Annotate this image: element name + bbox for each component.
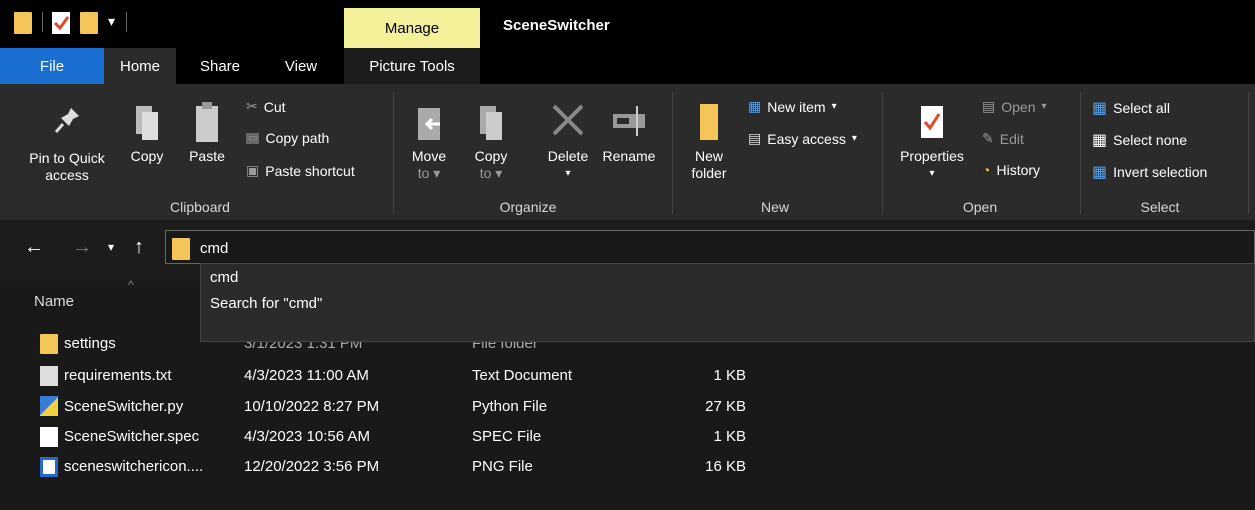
text-document-icon [40, 366, 58, 386]
file-size: 1 KB [713, 428, 746, 445]
divider [672, 92, 673, 214]
file-date: 4/3/2023 10:56 AM [244, 428, 370, 445]
recent-locations-chevron-icon[interactable]: ▾ [108, 240, 114, 254]
select-all-icon: ▦ [1092, 100, 1108, 117]
address-bar[interactable] [165, 230, 1255, 264]
window-title: SceneSwitcher [503, 17, 610, 34]
copy-to-icon [480, 106, 502, 140]
status-bar [0, 490, 1255, 510]
column-header-name[interactable]: Name [34, 293, 74, 310]
file-type: Python File [472, 398, 548, 415]
tab-file[interactable]: File [0, 48, 104, 84]
new-item-icon: ▦ [748, 98, 762, 114]
move-to-icon [418, 108, 440, 140]
file-name: requirements.txt [64, 367, 172, 384]
paste-icon [196, 102, 218, 142]
file-date: 12/20/2022 3:56 PM [244, 458, 380, 475]
image-file-icon [40, 457, 58, 477]
tab-share[interactable]: Share [184, 48, 256, 84]
paste-button[interactable]: Paste [184, 100, 230, 165]
easy-access-icon: ▤ [748, 130, 762, 146]
divider [1248, 92, 1249, 214]
cut-button[interactable]: ✂ Cut [246, 98, 286, 115]
pin-to-quick-access-button[interactable]: Pin to Quick access [14, 104, 120, 184]
select-none-icon: ▦ [1092, 132, 1108, 149]
paste-shortcut-icon: ▣ [246, 162, 260, 178]
group-label-open: Open [962, 199, 998, 215]
python-file-icon [40, 396, 58, 416]
divider [1080, 92, 1081, 214]
copy-button[interactable]: Copy [124, 100, 170, 165]
folder-icon [14, 12, 32, 34]
file-size: 16 KB [705, 458, 746, 475]
folder-icon [40, 334, 58, 354]
file-type: Text Document [472, 367, 573, 384]
divider [882, 92, 883, 214]
title-bar [0, 0, 1255, 48]
back-arrow-icon[interactable]: ← [24, 236, 44, 259]
delete-button[interactable]: Delete ▾ [538, 100, 598, 182]
edit-icon: ✎ [982, 130, 994, 146]
file-icon [40, 427, 58, 447]
file-date: 10/10/2022 8:27 PM [244, 398, 380, 415]
new-item-button[interactable]: ▦ New item ▾ [748, 98, 837, 115]
divider [42, 12, 43, 32]
tab-view[interactable]: View [262, 48, 340, 84]
folder-icon [172, 238, 190, 260]
invert-selection-button[interactable]: ▦ Invert selection [1092, 162, 1207, 182]
invert-selection-icon: ▦ [1092, 164, 1108, 181]
new-folder-quick-icon[interactable] [80, 12, 98, 34]
group-label-new: New [760, 199, 789, 215]
file-name: SceneSwitcher.py [64, 398, 184, 415]
properties-icon [921, 106, 943, 138]
edit-button[interactable]: ✎ Edit [982, 130, 1024, 147]
new-folder-button[interactable]: New folder [686, 100, 732, 182]
scissors-icon: ✂ [246, 98, 258, 114]
forward-arrow-icon[interactable]: → [72, 236, 92, 259]
file-size: 1 KB [713, 367, 746, 384]
group-label-select: Select [1140, 199, 1180, 215]
select-all-button[interactable]: ▦ Select all [1092, 98, 1170, 118]
open-icon: ▤ [982, 98, 996, 114]
file-type: PNG File [472, 458, 533, 475]
file-size: 27 KB [705, 398, 746, 415]
easy-access-button[interactable]: ▤ Easy access ▾ [748, 130, 857, 147]
history-icon: ◔ [982, 162, 991, 178]
paste-shortcut-button[interactable]: ▣ Paste shortcut [246, 162, 355, 179]
delete-icon [552, 104, 584, 136]
address-suggestions-dropdown [200, 263, 1255, 342]
copy-to-button[interactable]: Copy to ▾ [466, 100, 516, 182]
file-type: SPEC File [472, 428, 542, 445]
properties-button[interactable]: Properties ▾ [892, 100, 972, 182]
properties-quick-icon[interactable] [52, 12, 70, 34]
group-label-clipboard: Clipboard [170, 199, 230, 215]
sort-ascending-icon: ^ [128, 278, 134, 292]
rename-icon [613, 106, 645, 136]
customize-quick-access-icon[interactable]: ▾ [108, 13, 115, 30]
suggestion-item-search[interactable]: Search for "cmd" [210, 295, 322, 312]
copy-icon [136, 106, 158, 140]
select-none-button[interactable]: ▦ Select none [1092, 130, 1187, 150]
divider [393, 92, 394, 214]
move-to-button[interactable]: Move to ▾ [404, 104, 454, 182]
tab-picture-tools[interactable]: Picture Tools [344, 48, 480, 84]
copy-path-icon: ▭ [246, 132, 260, 144]
history-button[interactable]: ◔ History [982, 162, 1040, 178]
tab-home[interactable]: Home [104, 48, 176, 84]
copy-path-button[interactable]: ▭ Copy path [246, 130, 329, 146]
rename-button[interactable]: Rename [598, 100, 660, 165]
group-label-organize: Organize [499, 199, 557, 215]
file-date: 4/3/2023 11:00 AM [244, 367, 369, 384]
divider [126, 12, 127, 32]
suggestion-item[interactable]: cmd [210, 269, 238, 286]
file-name: sceneswitchericon.... [64, 458, 204, 475]
file-name: SceneSwitcher.spec [64, 428, 200, 445]
address-input[interactable]: cmd [200, 240, 228, 257]
new-folder-icon [700, 104, 718, 140]
open-button[interactable]: ▤ Open ▾ [982, 98, 1047, 115]
pin-icon [54, 108, 79, 133]
file-name: settings [64, 335, 116, 352]
manage-tab[interactable]: Manage [344, 8, 480, 48]
up-arrow-icon[interactable]: ↑ [134, 236, 144, 259]
